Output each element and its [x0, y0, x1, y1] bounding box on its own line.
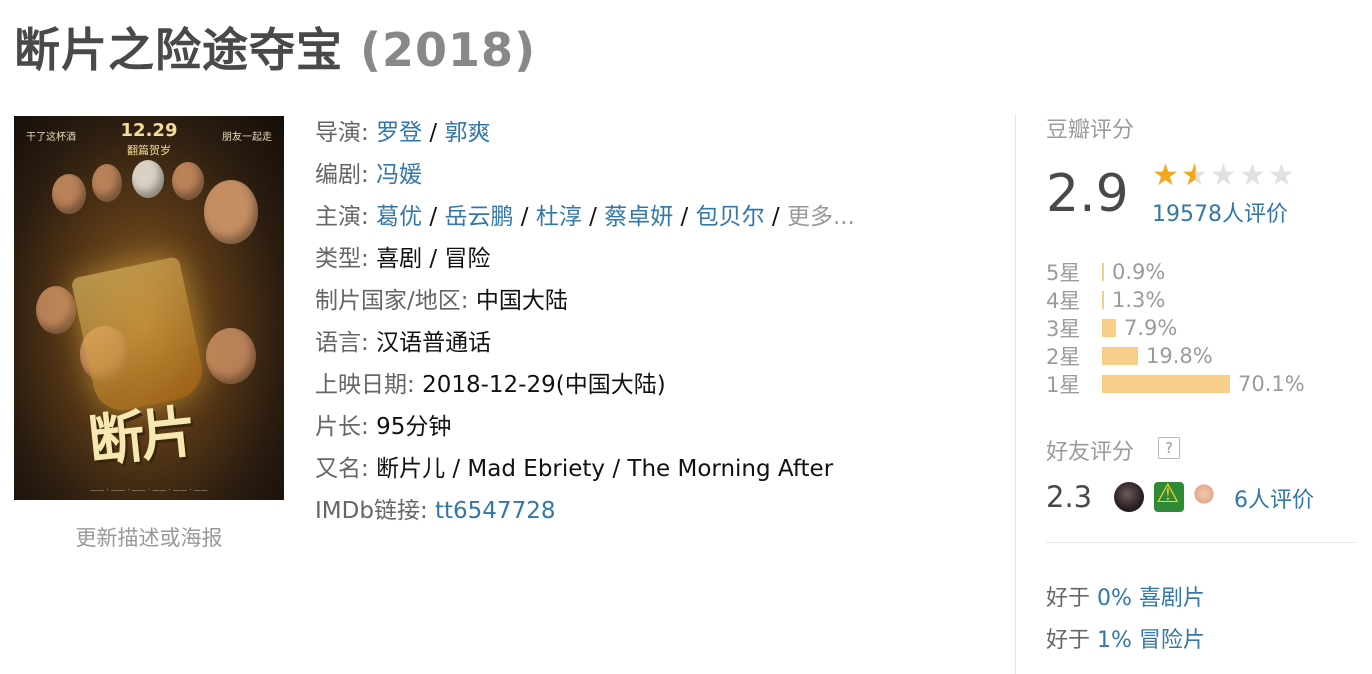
better-than-link[interactable]: 0% 喜剧片: [1097, 586, 1205, 611]
distribution-label: 2星: [1046, 345, 1081, 369]
distribution-row: 2星 19.8%: [1046, 342, 1305, 370]
distribution-percent: 0.9%: [1112, 260, 1166, 284]
distribution-row: 4星 1.3%: [1046, 286, 1305, 314]
friend-score: 2.3: [1046, 480, 1093, 514]
friend-votes-link[interactable]: 6人评价: [1234, 482, 1314, 514]
poster-face: [206, 328, 256, 384]
release-value: 2018-12-29(中国大陆): [422, 372, 666, 398]
cast-link[interactable]: 葛优: [376, 204, 422, 230]
cast-more-link[interactable]: 更多...: [787, 204, 855, 230]
divider: [1046, 542, 1356, 543]
poster-subtitle: 翻篇贺岁: [127, 144, 171, 157]
movie-info: 导演: 罗登 / 郭爽 编剧: 冯媛 主演: 葛优 / 岳云鹏 / 杜淳 / 蔡…: [315, 112, 855, 532]
cast-row: 主演: 葛优 / 岳云鹏 / 杜淳 / 蔡卓妍 / 包贝尔 / 更多...: [315, 204, 855, 230]
help-icon[interactable]: ?: [1158, 437, 1180, 459]
cast-link[interactable]: 蔡卓妍: [604, 204, 673, 230]
better-than-prefix: 好于: [1046, 628, 1091, 653]
star-icon: ★: [1152, 158, 1179, 193]
friend-avatar[interactable]: [1114, 482, 1144, 512]
star-empty-icon: ★: [1268, 158, 1295, 193]
cast-label: 主演: [315, 204, 361, 230]
imdb-label: IMDb链接: [315, 498, 420, 524]
better-than-row: 好于 0% 喜剧片: [1046, 580, 1205, 612]
director-link[interactable]: 郭爽: [444, 120, 490, 146]
genre-value: 喜剧 / 冒险: [376, 246, 491, 272]
language-row: 语言: 汉语普通话: [315, 322, 855, 364]
better-than-link[interactable]: 1% 冒险片: [1097, 628, 1205, 653]
distribution-label: 1星: [1046, 373, 1081, 397]
rating-distribution: 5星 0.9% 4星 1.3% 3星 7.9% 2星 19.8% 1星 70.1%: [1046, 258, 1305, 398]
poster-face: [132, 160, 164, 198]
poster-big-title: 断片: [85, 399, 196, 476]
director-label: 导演: [315, 120, 361, 146]
imdb-row: IMDb链接: tt6547728: [315, 498, 556, 524]
douban-rating-label: 豆瓣评分: [1046, 118, 1135, 143]
poster-face: [92, 164, 122, 202]
poster-face: [52, 174, 86, 214]
imdb-link[interactable]: tt6547728: [435, 498, 555, 524]
page-title: 断片之险途夺宝 (2018): [14, 18, 536, 82]
distribution-label: 3星: [1046, 317, 1081, 341]
movie-title: 断片之险途夺宝: [14, 23, 343, 77]
release-row: 上映日期: 2018-12-29(中国大陆): [315, 364, 855, 406]
distribution-percent: 19.8%: [1146, 344, 1213, 368]
aka-row: 又名: 断片儿 / Mad Ebriety / The Morning Afte…: [315, 448, 855, 490]
friend-avatar[interactable]: [1189, 482, 1219, 512]
rating-stars: ★★★★★: [1152, 158, 1297, 193]
poster-face: [204, 180, 258, 244]
language-label: 语言:: [315, 330, 369, 356]
poster-face: [172, 162, 204, 200]
country-row: 制片国家/地区: 中国大陆: [315, 280, 855, 322]
better-than-row: 好于 1% 冒险片: [1046, 622, 1205, 654]
update-description-link[interactable]: 更新描述或海报: [14, 522, 284, 552]
distribution-percent: 1.3%: [1112, 288, 1166, 312]
movie-poster[interactable]: 干了这杯酒 朋友一起走 12.29 翻篇贺岁 断片 —— · —— · —— · …: [14, 116, 284, 500]
release-label: 上映日期:: [315, 372, 415, 398]
distribution-bar: [1102, 375, 1230, 393]
cast-link[interactable]: 包贝尔: [696, 204, 765, 230]
runtime-value: 95分钟: [376, 414, 452, 440]
star-empty-icon: ★: [1239, 158, 1266, 193]
rating-score: 2.9: [1046, 164, 1129, 224]
friend-rating-label: 好友评分: [1046, 440, 1135, 465]
movie-year: (2018): [360, 23, 537, 77]
language-value: 汉语普通话: [376, 330, 492, 356]
director-link[interactable]: 罗登: [376, 120, 422, 146]
distribution-percent: 70.1%: [1238, 372, 1305, 396]
distribution-bar: [1102, 319, 1116, 337]
distribution-bar: [1102, 291, 1104, 309]
divider: [1015, 114, 1016, 674]
distribution-bar: [1102, 347, 1138, 365]
runtime-label: 片长:: [315, 414, 369, 440]
writer-link[interactable]: 冯媛: [376, 162, 422, 188]
cast-link[interactable]: 杜淳: [536, 204, 582, 230]
distribution-row: 1星 70.1%: [1046, 370, 1305, 398]
distribution-row: 3星 7.9%: [1046, 314, 1305, 342]
distribution-label: 4星: [1046, 289, 1081, 313]
poster-face: [36, 286, 76, 334]
genre-label: 类型:: [315, 246, 369, 272]
writer-row: 编剧: 冯媛: [315, 162, 423, 188]
better-than-prefix: 好于: [1046, 586, 1091, 611]
rating-votes-link[interactable]: 19578人评价: [1152, 196, 1288, 228]
star-half-icon: ★: [1181, 158, 1210, 193]
country-label: 制片国家/地区:: [315, 288, 469, 314]
runtime-row: 片长: 95分钟: [315, 406, 855, 448]
aka-value: 断片儿 / Mad Ebriety / The Morning After: [376, 456, 834, 482]
distribution-percent: 7.9%: [1124, 316, 1178, 340]
writer-label: 编剧: [315, 162, 361, 188]
poster-credits: —— · —— · —— · —— · —— · ——: [90, 486, 208, 494]
director-row: 导演: 罗登 / 郭爽: [315, 120, 491, 146]
friend-avatar[interactable]: [1154, 479, 1184, 512]
country-value: 中国大陆: [475, 288, 568, 314]
genre-row: 类型: 喜剧 / 冒险: [315, 238, 855, 280]
distribution-row: 5星 0.9%: [1046, 258, 1305, 286]
distribution-bar: [1102, 263, 1104, 281]
poster-date: 12.29: [120, 120, 178, 141]
aka-label: 又名:: [315, 456, 369, 482]
cast-link[interactable]: 岳云鹏: [444, 204, 513, 230]
distribution-label: 5星: [1046, 261, 1081, 285]
star-empty-icon: ★: [1210, 158, 1237, 193]
